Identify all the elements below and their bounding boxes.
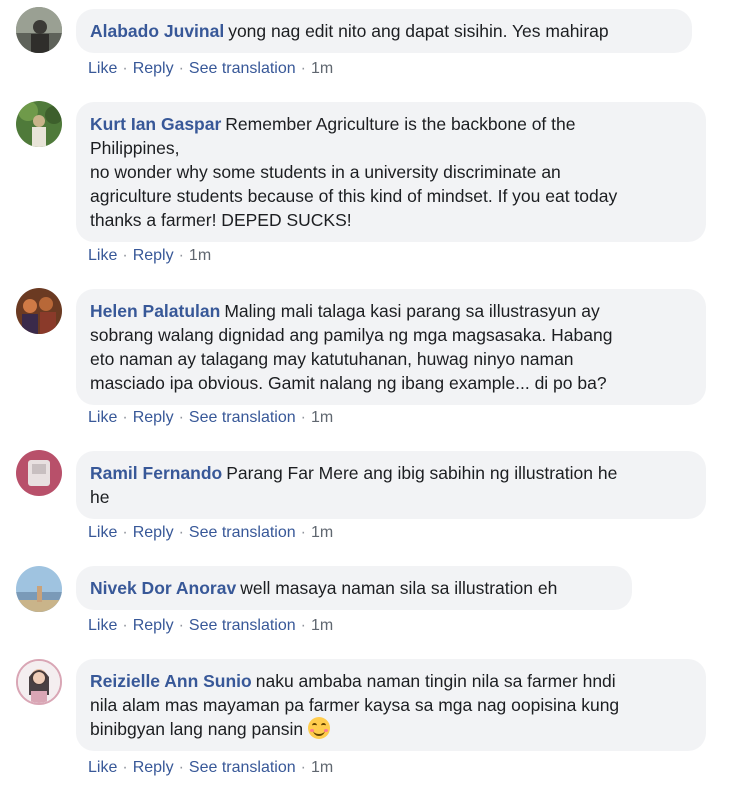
- comment-bubble: Alabado Juvinal yong nag edit nito ang da…: [76, 9, 692, 53]
- reply-link[interactable]: Reply: [133, 247, 174, 264]
- profile-photo: [16, 7, 62, 53]
- avatar[interactable]: [16, 101, 62, 147]
- author-name[interactable]: Helen Palatulan: [90, 301, 220, 321]
- comment-text-line: no wonder why some students in a univers…: [90, 162, 561, 182]
- separator: ·: [300, 759, 306, 776]
- separator: ·: [122, 409, 128, 426]
- comment-bubble: Kurt Ian Gaspar Remember Agriculture is t…: [76, 102, 706, 242]
- avatar[interactable]: [16, 7, 62, 53]
- see-translation-link[interactable]: See translation: [189, 409, 296, 426]
- profile-photo: [16, 101, 62, 147]
- timestamp[interactable]: 1m: [311, 60, 333, 77]
- author-name[interactable]: Kurt Ian Gaspar: [90, 114, 221, 134]
- author-name[interactable]: Ramil Fernando: [90, 463, 222, 483]
- comment-text: yong nag edit nito ang dapat sisihin. Ye…: [228, 21, 609, 41]
- separator: ·: [300, 617, 306, 634]
- timestamp[interactable]: 1m: [311, 617, 333, 634]
- comment-text-line: he: [90, 487, 110, 507]
- separator: ·: [300, 60, 306, 77]
- comment-text-line: binibgyan lang nang pansin: [90, 719, 304, 739]
- like-link[interactable]: Like: [88, 409, 117, 426]
- comment-text-line: Philippines,: [90, 138, 180, 158]
- see-translation-link[interactable]: See translation: [189, 759, 296, 776]
- comment-text-line: Maling mali talaga kasi parang sa illust…: [224, 301, 600, 321]
- comment-actions: Like · Reply · See translation · 1m: [88, 409, 333, 427]
- comment-actions: Like · Reply · See translation · 1m: [88, 524, 333, 542]
- comment-text-line: agriculture students because of this kin…: [90, 186, 618, 206]
- like-link[interactable]: Like: [88, 247, 117, 264]
- author-name[interactable]: Alabado Juvinal: [90, 21, 224, 41]
- comment-text-line: Remember Agriculture is the backbone of …: [225, 114, 576, 134]
- comment-text-line: nila alam mas mayaman pa farmer kaysa sa…: [90, 695, 620, 715]
- comment-text-line: eto naman ay talagang may katutuhanan, h…: [90, 349, 574, 369]
- separator: ·: [122, 60, 128, 77]
- avatar[interactable]: [16, 659, 62, 705]
- separator: ·: [122, 524, 128, 541]
- separator: ·: [178, 60, 184, 77]
- see-translation-link[interactable]: See translation: [189, 617, 296, 634]
- see-translation-link[interactable]: See translation: [189, 524, 296, 541]
- comment-text: well masaya naman sila sa illustration e…: [240, 578, 558, 598]
- comment-bubble: Nivek Dor Anorav well masaya naman sila s…: [76, 566, 632, 610]
- comment-text-line: thanks a farmer! DEPED SUCKS!: [90, 210, 352, 230]
- separator: ·: [300, 524, 306, 541]
- separator: ·: [178, 759, 184, 776]
- profile-photo: [16, 566, 62, 612]
- separator: ·: [178, 247, 184, 264]
- reply-link[interactable]: Reply: [133, 409, 174, 426]
- profile-photo: [16, 288, 62, 334]
- separator: ·: [122, 617, 128, 634]
- reply-link[interactable]: Reply: [133, 524, 174, 541]
- separator: ·: [300, 409, 306, 426]
- author-name[interactable]: Reizielle Ann Sunio: [90, 671, 252, 691]
- timestamp[interactable]: 1m: [189, 247, 211, 264]
- comment-bubble: Ramil Fernando Parang Far Mere ang ibig s…: [76, 451, 706, 519]
- like-link[interactable]: Like: [88, 617, 117, 634]
- separator: ·: [122, 759, 128, 776]
- profile-photo: [16, 450, 62, 496]
- separator: ·: [178, 409, 184, 426]
- comment-actions: Like · Reply · See translation · 1m: [88, 617, 333, 635]
- reply-link[interactable]: Reply: [133, 759, 174, 776]
- see-translation-link[interactable]: See translation: [189, 60, 296, 77]
- timestamp[interactable]: 1m: [311, 759, 333, 776]
- comment-actions: Like · Reply · See translation · 1m: [88, 759, 333, 777]
- author-name[interactable]: Nivek Dor Anorav: [90, 578, 236, 598]
- separator: ·: [178, 524, 184, 541]
- comment-bubble: Helen Palatulan Maling mali talaga kasi p…: [76, 289, 706, 405]
- comment-text-line: Parang Far Mere ang ibig sabihin ng illu…: [226, 463, 618, 483]
- reply-link[interactable]: Reply: [133, 617, 174, 634]
- profile-photo: [18, 661, 60, 703]
- comment-bubble: Reizielle Ann Sunio naku ambaba naman tin…: [76, 659, 706, 751]
- like-link[interactable]: Like: [88, 759, 117, 776]
- timestamp[interactable]: 1m: [311, 409, 333, 426]
- like-link[interactable]: Like: [88, 60, 117, 77]
- separator: ·: [178, 617, 184, 634]
- avatar[interactable]: [16, 566, 62, 612]
- avatar[interactable]: [16, 288, 62, 334]
- comment-actions: Like · Reply · See translation · 1m: [88, 60, 333, 78]
- comment-actions: Like · Reply · 1m: [88, 247, 211, 265]
- smiling-face-emoji: [307, 717, 330, 739]
- timestamp[interactable]: 1m: [311, 524, 333, 541]
- comment-text-line: masciado ipa obvious. Gamit nalang ng ib…: [90, 373, 607, 393]
- reply-link[interactable]: Reply: [133, 60, 174, 77]
- avatar[interactable]: [16, 450, 62, 496]
- like-link[interactable]: Like: [88, 524, 117, 541]
- comment-text-line: sobrang walang dignidad ang pamilya ng m…: [90, 325, 613, 345]
- comment-text-line: naku ambaba naman tingin nila sa farmer …: [255, 671, 616, 691]
- separator: ·: [122, 247, 128, 264]
